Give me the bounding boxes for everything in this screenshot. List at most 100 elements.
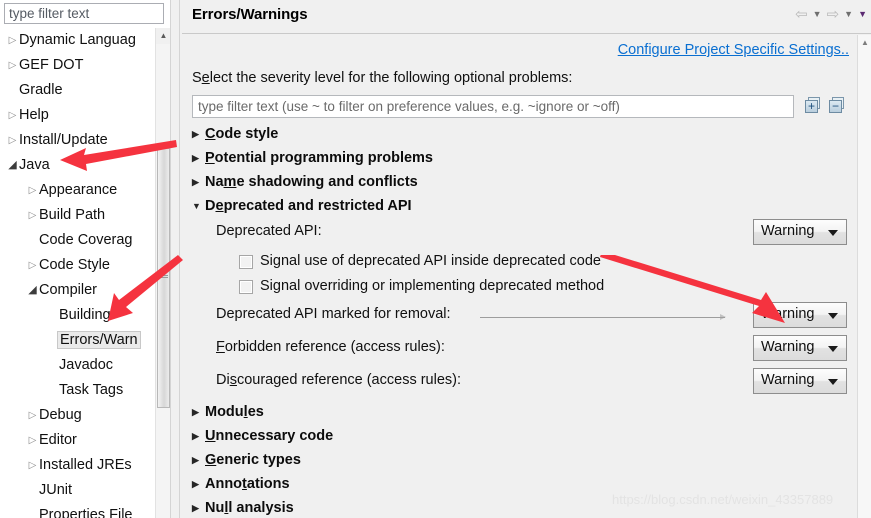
main-scrollbar[interactable]: ▲: [857, 35, 871, 518]
chevron-right-icon[interactable]: ▶: [192, 424, 205, 448]
twisty-none-icon: [26, 478, 39, 503]
twisty-collapsed-icon[interactable]: ▷: [6, 103, 19, 128]
severity-dropdown[interactable]: Warning: [753, 219, 847, 245]
page-title: Errors/Warnings: [192, 6, 308, 23]
forward-history-chevron-down-icon[interactable]: ▼: [844, 9, 853, 19]
expand-all-icon[interactable]: +: [805, 97, 821, 113]
section-potential-programming-problems[interactable]: ▶ Potential programming problems: [180, 146, 871, 170]
checkbox-row[interactable]: Signal use of deprecated API inside depr…: [180, 251, 871, 276]
sidebar-item-java[interactable]: ◢ Java: [0, 153, 156, 178]
sidebar-item-label: Editor: [39, 432, 77, 448]
scrollbar-grip-icon: [161, 271, 168, 278]
twisty-collapsed-icon[interactable]: ▷: [26, 453, 39, 478]
sidebar-item-code-style[interactable]: ▷ Code Style: [0, 253, 156, 278]
section-modules[interactable]: ▶ Modules: [180, 400, 871, 424]
preferences-tree[interactable]: ▷ Dynamic Languag ▷ GEF DOT Gradle ▷ Help ▷ Ins…: [0, 28, 156, 518]
sidebar-item-building[interactable]: Building: [0, 303, 156, 328]
sidebar-item-junit[interactable]: JUnit: [0, 478, 156, 503]
sidebar-item-label: GEF DOT: [19, 57, 84, 73]
chevron-right-icon[interactable]: ▶: [192, 170, 205, 194]
scroll-up-icon[interactable]: ▲: [858, 35, 871, 50]
sidebar-item-errors-warn[interactable]: Errors/Warn: [0, 328, 156, 353]
sidebar-item-gradle[interactable]: Gradle: [0, 78, 156, 103]
setting-label: Forbidden reference (access rules):: [216, 339, 445, 355]
chevron-down-icon[interactable]: [828, 346, 838, 352]
sidebar-item-label: Javadoc: [59, 357, 114, 373]
severity-dropdown[interactable]: Warning: [753, 368, 847, 394]
setting-label: Deprecated API marked for removal:: [216, 306, 451, 322]
twisty-collapsed-icon[interactable]: ▷: [6, 128, 19, 153]
page-nav-icons: ⇦ ▼ ⇨ ▼ ▼: [795, 4, 867, 24]
checkbox-row[interactable]: Signal overriding or implementing deprec…: [180, 276, 871, 301]
sidebar-item-appearance[interactable]: ▷ Appearance: [0, 178, 156, 203]
tree-filter-input[interactable]: type filter text: [4, 3, 164, 24]
checkbox-label: Signal overriding or implementing deprec…: [260, 278, 605, 294]
sidebar-item-gef-dot[interactable]: ▷ GEF DOT: [0, 53, 156, 78]
chevron-down-icon[interactable]: [828, 230, 838, 236]
section-unnecessary-code[interactable]: ▶ Unnecessary code: [180, 424, 871, 448]
twisty-expanded-icon[interactable]: ◢: [26, 278, 39, 303]
chevron-right-icon[interactable]: ▶: [192, 146, 205, 170]
sidebar-item-compiler[interactable]: ◢ Compiler: [0, 278, 156, 303]
twisty-collapsed-icon[interactable]: ▷: [6, 28, 19, 53]
setting-row-forbidden-reference-access-rules: Forbidden reference (access rules): Warni…: [180, 334, 871, 367]
twisty-none-icon: [26, 503, 39, 518]
checkbox-unchecked-icon[interactable]: [239, 280, 253, 294]
chevron-down-icon[interactable]: [828, 379, 838, 385]
twisty-collapsed-icon[interactable]: ▷: [26, 203, 39, 228]
mnemonic-letter: U: [205, 428, 216, 444]
twisty-none-icon: [46, 303, 59, 328]
chevron-right-icon[interactable]: ▶: [192, 122, 205, 146]
severity-dropdown-value: Warning: [761, 223, 815, 239]
section-code-style[interactable]: ▶ Code style: [180, 122, 871, 146]
sidebar-item-help[interactable]: ▷ Help: [0, 103, 156, 128]
twisty-collapsed-icon[interactable]: ▷: [26, 428, 39, 453]
chevron-right-icon[interactable]: ▶: [192, 448, 205, 472]
severity-dropdown[interactable]: Warning: [753, 335, 847, 361]
options-tree[interactable]: ▶ Code style ▶ Potential programming proble…: [180, 122, 871, 518]
setting-label: Discouraged reference (access rules):: [216, 372, 462, 388]
sidebar-scrollbar[interactable]: ▲: [155, 28, 170, 518]
sidebar-scrollbar-thumb[interactable]: [157, 148, 170, 408]
sidebar-item-installed-jres[interactable]: ▷ Installed JREs: [0, 453, 156, 478]
back-arrow-icon[interactable]: ⇦: [795, 7, 808, 22]
forward-arrow-icon[interactable]: ⇨: [827, 7, 840, 22]
section-name-shadowing-and-conflicts[interactable]: ▶ Name shadowing and conflicts: [180, 170, 871, 194]
page-header: Errors/Warnings ⇦ ▼ ⇨ ▼ ▼: [180, 0, 871, 33]
sidebar-item-code-coverag[interactable]: Code Coverag: [0, 228, 156, 253]
sidebar-item-dynamic-languag[interactable]: ▷ Dynamic Languag: [0, 28, 156, 53]
chevron-down-icon[interactable]: [828, 313, 838, 319]
section-generic-types[interactable]: ▶ Generic types: [180, 448, 871, 472]
chevron-down-icon[interactable]: ▼: [192, 194, 205, 218]
twisty-collapsed-icon[interactable]: ▷: [26, 403, 39, 428]
twisty-collapsed-icon[interactable]: ▷: [26, 178, 39, 203]
sidebar-item-editor[interactable]: ▷ Editor: [0, 428, 156, 453]
view-menu-chevron-down-icon[interactable]: ▼: [858, 9, 867, 19]
section-deprecated-and-restricted-api[interactable]: ▼ Deprecated and restricted API: [180, 194, 871, 218]
option-filter-input[interactable]: type filter text (use ~ to filter on pre…: [192, 95, 794, 118]
sidebar-item-label: Build Path: [39, 207, 106, 223]
sidebar-item-label: Code Style: [39, 257, 110, 273]
sidebar-item-install-update[interactable]: ▷ Install/Update: [0, 128, 156, 153]
collapse-all-icon[interactable]: −: [829, 97, 845, 113]
sidebar-item-build-path[interactable]: ▷ Build Path: [0, 203, 156, 228]
section-label: Name shadowing and conflicts: [205, 174, 418, 190]
chevron-right-icon[interactable]: ▶: [192, 400, 205, 424]
configure-project-specific-settings-link[interactable]: Configure Project Specific Settings..: [618, 42, 849, 58]
sidebar-item-task-tags[interactable]: Task Tags: [0, 378, 156, 403]
sidebar-item-javadoc[interactable]: Javadoc: [0, 353, 156, 378]
chevron-right-icon[interactable]: ▶: [192, 472, 205, 496]
chevron-right-icon[interactable]: ▶: [192, 496, 205, 518]
sidebar-item-debug[interactable]: ▷ Debug: [0, 403, 156, 428]
twisty-expanded-icon[interactable]: ◢: [6, 153, 19, 178]
scroll-up-icon[interactable]: ▲: [156, 28, 170, 44]
twisty-collapsed-icon[interactable]: ▷: [6, 53, 19, 78]
twisty-collapsed-icon[interactable]: ▷: [26, 253, 39, 278]
twisty-none-icon: [46, 378, 59, 403]
severity-dropdown[interactable]: Warning: [753, 302, 847, 328]
checkbox-unchecked-icon[interactable]: [239, 255, 253, 269]
sidebar-item-label: Appearance: [39, 182, 118, 198]
back-history-chevron-down-icon[interactable]: ▼: [813, 9, 822, 19]
sidebar-item-properties-file[interactable]: Properties File: [0, 503, 156, 518]
sidebar-item-label: Installed JREs: [39, 457, 132, 473]
